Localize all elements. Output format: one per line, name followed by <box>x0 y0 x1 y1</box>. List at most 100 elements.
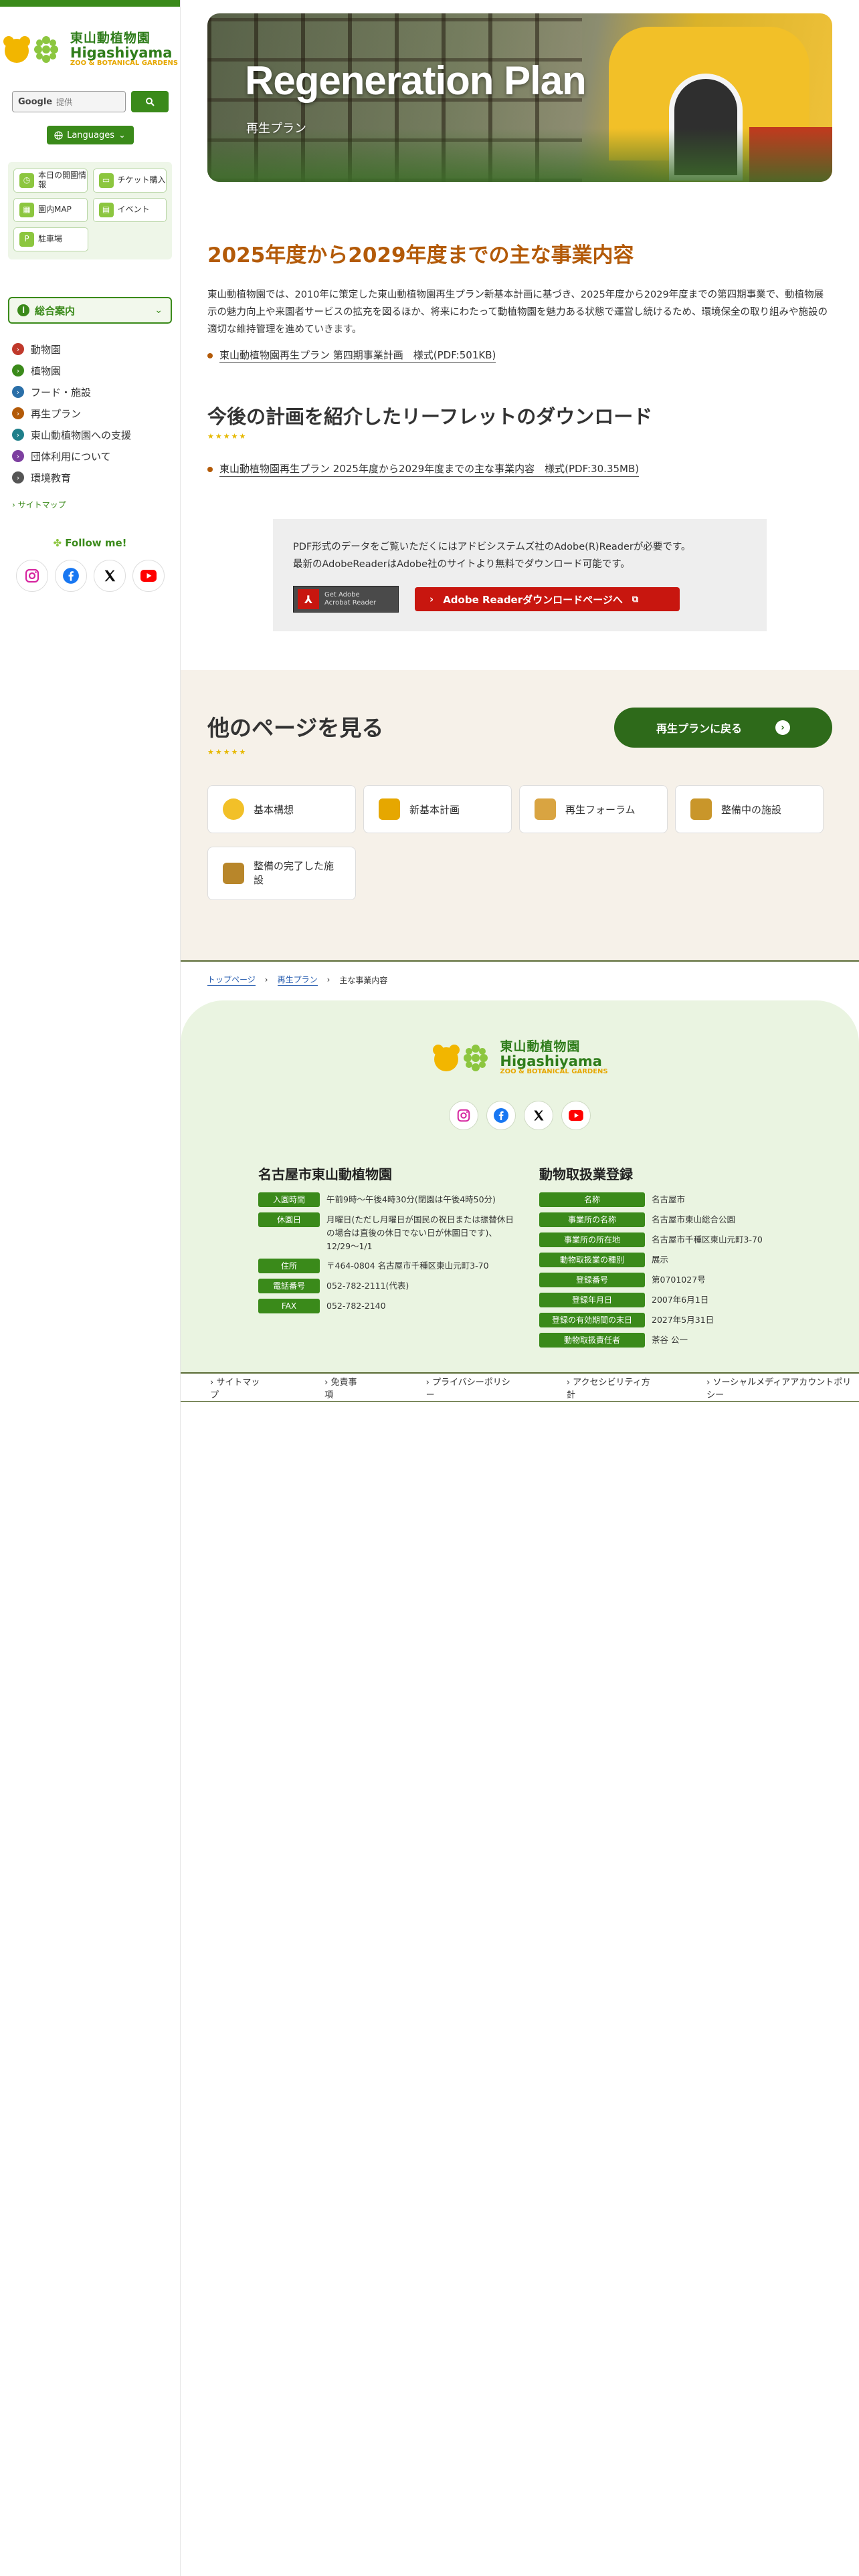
adobe-download-button[interactable]: › Adobe Readerダウンロードページへ ⧉ <box>415 587 680 611</box>
nav-label: 動物園 <box>31 343 62 356</box>
facebook-button[interactable] <box>54 560 87 592</box>
site-logo[interactable]: 東山動植物園 Higashiyama ZOO & BOTANICAL GARDE… <box>0 23 180 76</box>
quick-link-event[interactable]: ▤ イベント <box>92 198 167 222</box>
info-key: 登録年月日 <box>539 1293 645 1307</box>
facebook-icon <box>62 568 79 584</box>
nav-item-education[interactable]: › 環境教育 <box>12 467 180 488</box>
hero-photo-plants <box>207 128 832 182</box>
get-adobe-reader-badge[interactable]: ⅄ Get Adobe Acrobat Reader <box>293 586 399 613</box>
instagram-button[interactable] <box>449 1101 478 1130</box>
footer-link-label: 免責事項 <box>324 1377 357 1400</box>
info-key: 事業所の所在地 <box>539 1232 645 1247</box>
search-button[interactable] <box>131 91 169 112</box>
nav-item-zoo[interactable]: › 動物園 <box>12 338 180 360</box>
logo-mark-icon <box>2 29 66 70</box>
breadcrumb-parent[interactable]: 再生プラン <box>277 974 318 986</box>
nav-item-food[interactable]: › フード・施設 <box>12 381 180 403</box>
card-forum[interactable]: 再生フォーラム <box>519 785 668 833</box>
youtube-button[interactable] <box>132 560 165 592</box>
instagram-button[interactable] <box>15 560 48 592</box>
nav-item-botanical[interactable]: › 植物園 <box>12 360 180 381</box>
info-value[interactable]: 052-782-2111(代表) <box>326 1279 409 1293</box>
external-link-icon: ⧉ <box>632 594 639 605</box>
nav-item-support[interactable]: › 東山動植物園への支援 <box>12 424 180 445</box>
quick-link-parking[interactable]: P 駐車場 <box>13 227 88 251</box>
quick-link-ticket[interactable]: ▭ チケット購入 <box>92 169 167 193</box>
languages-button[interactable]: Languages ⌄ <box>46 126 134 144</box>
footer-registration-info: 動物取扱業登録 名称 名古屋市 事業所の名称 名古屋市東山総合公園 事業所の所在地名… <box>539 1164 820 1353</box>
search-input[interactable]: Google 提供 <box>12 91 126 112</box>
quick-link-today[interactable]: ◷ 本日の開園情報 <box>13 169 88 193</box>
follow-me: ✤ Follow me! <box>0 537 180 549</box>
arrow-icon: › <box>12 364 24 377</box>
nav-label: 団体利用について <box>31 450 111 463</box>
footer-link-sitemap[interactable]: › サイトマップ <box>210 1375 284 1400</box>
footer-link-accessibility[interactable]: › アクセシビリティ方針 <box>567 1375 666 1400</box>
info-key: 名称 <box>539 1192 645 1207</box>
facebook-button[interactable] <box>486 1101 516 1130</box>
info-row: 事業所の名称 名古屋市東山総合公園 <box>539 1212 820 1227</box>
sitemap-label: サイトマップ <box>17 500 66 510</box>
x-button[interactable] <box>524 1101 553 1130</box>
nav-item-group[interactable]: › 団体利用について <box>12 445 180 467</box>
info-value: 展示 <box>652 1255 669 1265</box>
chevron-right-icon: › <box>264 975 268 984</box>
search-form: Google 提供 <box>12 91 180 112</box>
arrow-icon: › <box>12 471 24 484</box>
info-value: 月曜日(ただし月曜日が国民の祝日または振替休日の場合は直後の休日でない日が休園日… <box>326 1214 514 1251</box>
ticket-icon: ▭ <box>98 173 114 188</box>
info-value: 名古屋市千種区東山元町3-70 <box>652 1235 763 1245</box>
quick-link-label: チケット購入 <box>117 175 166 185</box>
other-pages-title: 他のページを見る <box>207 715 384 741</box>
google-label: Google <box>18 96 53 107</box>
info-key: 事業所の名称 <box>539 1212 645 1227</box>
youtube-button[interactable] <box>561 1101 591 1130</box>
pdf-link-plan[interactable]: 東山動植物園再生プラン 第四期事業計画 様式(PDF:501KB) <box>207 348 496 363</box>
x-button[interactable] <box>93 560 126 592</box>
info-value: 名古屋市東山総合公園 <box>652 1214 736 1224</box>
info-key: 登録番号 <box>539 1273 645 1287</box>
card-basic-concept[interactable]: 基本構想 <box>207 785 356 833</box>
quick-link-map[interactable]: ▦ 園内MAP <box>13 198 88 222</box>
info-icon: i <box>17 304 29 316</box>
card-completed[interactable]: 整備の完了した施設 <box>207 847 356 900</box>
sidebar-social <box>0 560 180 592</box>
sitemap-link[interactable]: › サイトマップ <box>12 499 180 510</box>
info-row: 登録年月日 2007年6月1日 <box>539 1293 820 1307</box>
footer-link-label: アクセシビリティ方針 <box>566 1377 650 1400</box>
adobe-badge-line2: Acrobat Reader <box>324 599 377 607</box>
arrow-icon: › <box>12 343 24 355</box>
youtube-icon <box>140 570 157 582</box>
chevron-down-icon: ⌄ <box>118 130 126 140</box>
footer-link-disclaimer[interactable]: › 免責事項 <box>324 1375 386 1400</box>
logo-jp: 東山動植物園 <box>70 30 151 45</box>
lightbulb-icon <box>223 798 244 820</box>
footer-link-label: ソーシャルメディアアカウントポリシー <box>706 1377 852 1400</box>
follow-label: Follow me! <box>65 537 127 549</box>
adobe-download-label: Adobe Readerダウンロードページへ <box>443 593 623 606</box>
section-divider <box>181 960 859 962</box>
breadcrumb-home[interactable]: トップページ <box>207 974 256 986</box>
card-new-plan[interactable]: 新基本計画 <box>363 785 512 833</box>
card-under-construction[interactable]: 整備中の施設 <box>675 785 824 833</box>
info-row: 住所 〒464-0804 名古屋市千種区東山元町3-70 <box>258 1259 519 1273</box>
nav-label: 再生プラン <box>31 407 82 420</box>
chevron-right-icon: › <box>12 500 15 510</box>
footer-logo[interactable]: 東山動植物園 Higashiyama ZOO & BOTANICAL GARDE… <box>181 1038 859 1078</box>
info-key: 休園日 <box>258 1212 320 1227</box>
clover-icon: ✤ <box>53 537 62 549</box>
youtube-icon <box>569 1109 583 1121</box>
info-value: 2007年6月1日 <box>652 1295 709 1305</box>
back-to-plan-button[interactable]: 再生プランに戻る › <box>614 708 832 748</box>
footer-link-social-policy[interactable]: › ソーシャルメディアアカウントポリシー <box>706 1375 859 1400</box>
pdf-link-leaflet[interactable]: 東山動植物園再生プラン 2025年度から2029年度までの主な事業内容 様式(P… <box>207 461 640 477</box>
general-info-dropdown[interactable]: i 総合案内 ⌄ <box>8 297 172 324</box>
footer-link-label: プライバシーポリシー <box>425 1377 510 1400</box>
logo-sub: ZOO & BOTANICAL GARDENS <box>70 59 179 67</box>
logo-en: Higashiyama <box>500 1053 602 1069</box>
pdf-link-label: 東山動植物園再生プラン 2025年度から2029年度までの主な事業内容 様式(P… <box>219 461 640 477</box>
info-key: 動物取扱業の種別 <box>539 1253 645 1267</box>
nav-item-plan[interactable]: › 再生プラン <box>12 403 180 424</box>
adobe-reader-notice: PDF形式のデータをご覧いただくにはアドビシステムズ社のAdobe(R)Read… <box>273 519 767 631</box>
footer-link-privacy[interactable]: › プライバシーポリシー <box>426 1375 527 1400</box>
